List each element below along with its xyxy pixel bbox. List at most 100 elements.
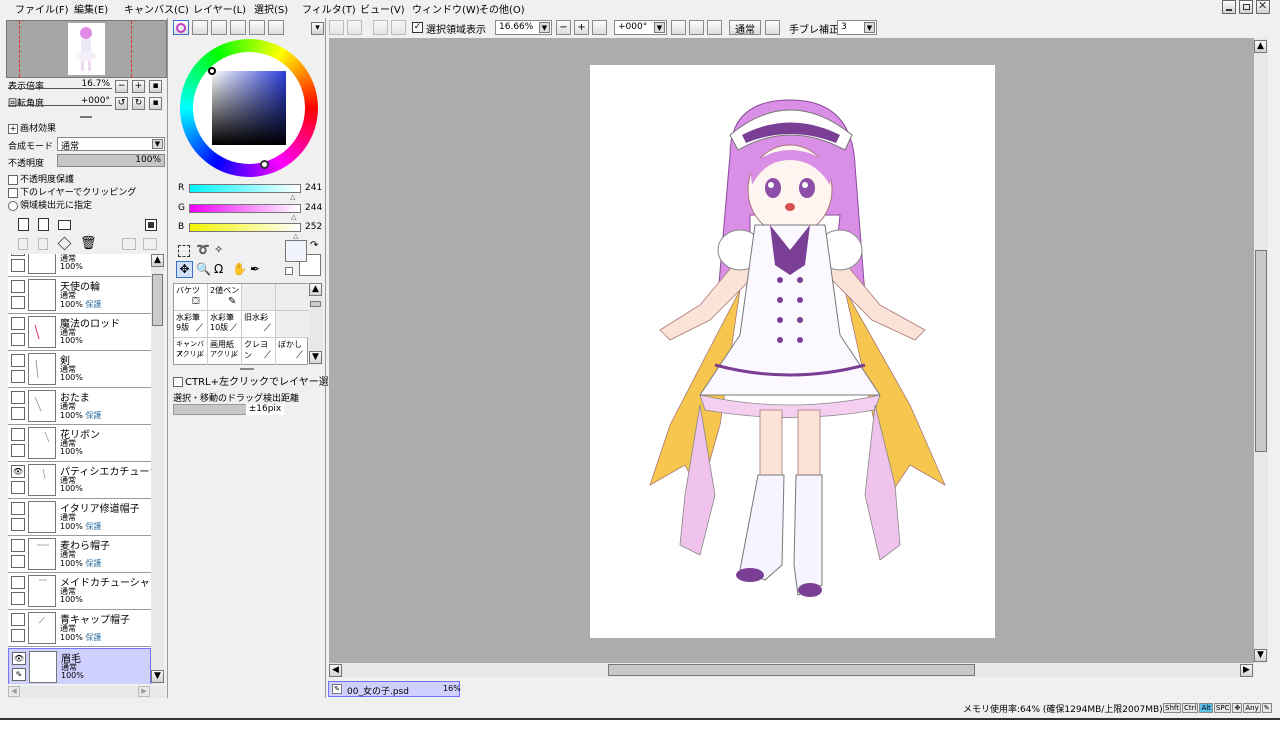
menu-select[interactable]: 選択(S) [254, 1, 288, 16]
scroll-up-icon[interactable]: ▲ [151, 254, 164, 267]
trash-icon[interactable]: 🗑 [80, 236, 97, 251]
close-icon[interactable]: ✕ [1256, 0, 1270, 14]
restore-icon[interactable] [1239, 0, 1253, 14]
swap-colors-icon[interactable]: ↷ [310, 240, 318, 251]
brush-watercolor-10[interactable]: 水彩筆 10版 ⟋ [208, 311, 242, 338]
scroll-thumb[interactable] [608, 664, 975, 676]
eye-icon[interactable]: 👁 [11, 465, 25, 478]
layer-list[interactable]: 通常 100% 天使の輪 通常 100% 保護 魔法のロッド 通常 100% 剣… [8, 254, 151, 684]
reset-colors-icon[interactable] [285, 267, 293, 275]
scroll-thumb[interactable] [310, 301, 321, 307]
menu-filter[interactable]: フィルタ(T) [302, 1, 356, 16]
zoom-tool-icon[interactable]: 🔍 [196, 262, 211, 276]
visibility-toggle[interactable] [11, 539, 25, 552]
view-mode-button[interactable]: 通常 [729, 20, 761, 36]
layer-row[interactable]: 剣 通常 100% [8, 351, 151, 388]
brush-watercolor-9[interactable]: 水彩筆 9版 ⟋ [174, 311, 208, 338]
visibility-toggle[interactable] [11, 391, 25, 404]
saturation-value-square[interactable] [208, 67, 286, 145]
eye-icon[interactable]: 👁 [12, 652, 26, 665]
eyedropper-icon[interactable]: ✒ [250, 262, 260, 276]
layer-row[interactable]: 麦わら帽子 通常 100% 保護 [8, 536, 151, 573]
visibility-toggle[interactable] [11, 502, 25, 515]
magic-wand-icon[interactable]: ✧ [214, 243, 223, 256]
lock-toggle[interactable] [11, 296, 25, 309]
visibility-toggle[interactable] [11, 354, 25, 367]
lock-toggle[interactable] [11, 333, 25, 346]
scroll-left-icon[interactable]: ◀ [329, 664, 342, 677]
hue-handle[interactable] [260, 160, 269, 169]
zoom-in-button[interactable]: + [132, 80, 145, 93]
scroll-down-icon[interactable]: ▼ [1254, 649, 1267, 662]
lock-toggle[interactable] [11, 629, 25, 642]
clipping-checkbox[interactable] [8, 187, 18, 198]
zoom-out-button[interactable]: − [556, 20, 571, 35]
ctrl-click-checkbox[interactable] [173, 377, 183, 387]
source-radio[interactable] [8, 200, 18, 211]
scroll-thumb[interactable] [152, 274, 163, 326]
scroll-down-icon[interactable]: ▼ [151, 670, 164, 683]
brush-canvas-acrylic[interactable]: キャンバス アクリル ⟋ [174, 338, 208, 365]
visibility-toggle[interactable] [11, 613, 25, 626]
document-tab[interactable]: ✎ 00_女の子.psd 16% [328, 681, 461, 697]
visibility-toggle[interactable] [11, 428, 25, 441]
zoom-reset-button[interactable] [592, 20, 607, 35]
rotate-left-button[interactable] [671, 20, 686, 35]
b-slider[interactable] [189, 223, 301, 232]
canvas-hscrollbar[interactable]: ◀ ▶ [329, 663, 1254, 677]
brush-binary-pen[interactable]: 2値ペン ✎ [208, 284, 242, 311]
navigator-preview[interactable] [6, 20, 167, 78]
layer-row[interactable]: イタリア修道帽子 通常 100% 保護 [8, 499, 151, 536]
lock-toggle[interactable] [11, 444, 25, 457]
canvas-vscrollbar[interactable]: ▲ ▼ [1254, 38, 1268, 663]
minimize-icon[interactable] [1222, 0, 1236, 14]
pen-icon[interactable]: ✎ [12, 668, 26, 681]
brush-old-watercolor[interactable]: 旧水彩 ⟋ [242, 311, 276, 338]
rotate-reset-button[interactable] [707, 20, 722, 35]
visibility-toggle[interactable] [11, 317, 25, 330]
angle-select[interactable]: +000° ▼ [614, 20, 667, 35]
scroll-up-icon[interactable]: ▲ [309, 283, 322, 296]
move-icon[interactable]: ✥ [176, 261, 193, 278]
rotate-reset-button[interactable]: ▪ [149, 97, 162, 110]
zoom-select[interactable]: 16.66% ▼ [495, 20, 552, 35]
brush-paper-acrylic[interactable]: 画用紙 アクリル ⟋ [208, 338, 242, 365]
blend-mode-select[interactable]: 通常 ▼ [57, 137, 165, 152]
layer-row[interactable]: 花リボン 通常 100% [8, 425, 151, 462]
new-folder-icon[interactable] [58, 220, 71, 230]
zoom-in-button[interactable]: + [574, 20, 589, 35]
lock-toggle[interactable] [11, 481, 25, 494]
expand-icon[interactable]: + [8, 123, 18, 134]
stabilizer-select[interactable]: 3 ▼ [837, 20, 877, 35]
visibility-toggle[interactable] [11, 254, 25, 256]
menu-view[interactable]: ビュー(V) [360, 1, 405, 16]
rotate-right-button[interactable] [689, 20, 704, 35]
rotate-right-button[interactable]: ↻ [132, 97, 145, 110]
brush-crayon[interactable]: クレヨン ⟋ [242, 338, 276, 365]
scroll-down-icon[interactable]: ▼ [309, 351, 322, 364]
menu-window[interactable]: ウィンドウ(W) [412, 1, 480, 16]
lock-toggle[interactable] [11, 518, 25, 531]
layer-row[interactable]: 通常 100% [8, 254, 151, 277]
brush-empty[interactable] [242, 284, 276, 311]
lasso-icon[interactable]: ➰ [196, 243, 210, 256]
new-linework-layer-icon[interactable] [38, 218, 49, 231]
mix-tab-icon[interactable] [230, 20, 246, 35]
hsv-slider-tab-icon[interactable] [211, 20, 227, 35]
zoom-out-button[interactable]: − [115, 80, 128, 93]
canvas-paper[interactable] [590, 65, 995, 638]
g-slider[interactable] [189, 204, 301, 213]
layer-row[interactable]: 👁 パティシエカチューシャ 通常 100% [8, 462, 151, 499]
rect-select-icon[interactable] [178, 245, 190, 257]
menu-canvas[interactable]: キャンバス(C) [124, 1, 189, 16]
flip-horizontal-icon[interactable] [765, 20, 780, 35]
zoom-reset-button[interactable]: ▪ [149, 80, 162, 93]
panel-menu-icon[interactable]: ▾ [311, 22, 324, 35]
brush-bucket[interactable]: バケツ ⛋ [174, 284, 208, 311]
brush-scrollbar[interactable]: ▲ ▼ [309, 283, 323, 365]
lock-toggle[interactable] [11, 407, 25, 420]
rotate-tool-icon[interactable]: Ω [214, 262, 223, 276]
layer-row-selected[interactable]: 👁 ✎ 眉毛 通常 100% [8, 648, 151, 684]
swatch-tab-icon[interactable] [249, 20, 265, 35]
color-wheel-tab-icon[interactable] [173, 20, 189, 35]
